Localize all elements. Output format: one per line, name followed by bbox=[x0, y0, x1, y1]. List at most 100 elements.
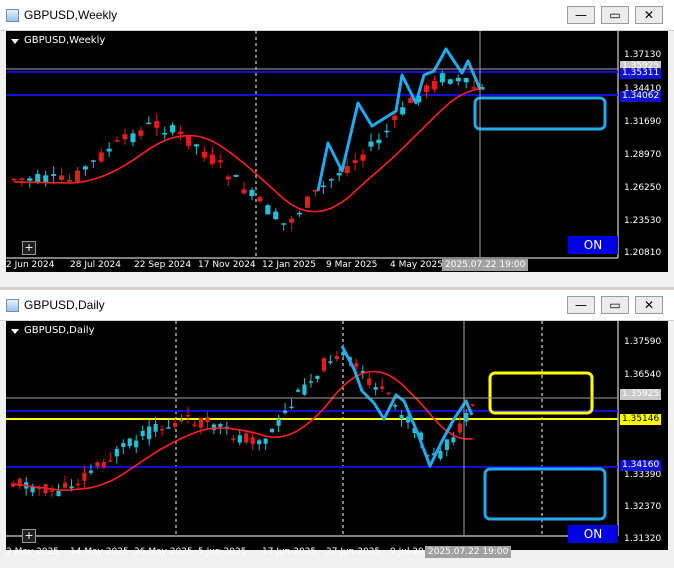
weekly-window-title: GBPUSD,Weekly bbox=[24, 8, 118, 22]
candle-body bbox=[56, 491, 61, 497]
candle-body bbox=[257, 197, 263, 202]
candle-body bbox=[82, 472, 87, 481]
candle-body bbox=[386, 392, 391, 395]
restore-button[interactable]: ▭ bbox=[601, 296, 629, 314]
candle-body bbox=[185, 136, 192, 146]
candle-body bbox=[455, 77, 461, 82]
weekly-chart-window: GBPUSD,Weekly — ▭ ✕ GBPUSD,Weekly + ON 1… bbox=[0, 0, 674, 287]
candle-body bbox=[265, 205, 271, 215]
candle-body bbox=[400, 107, 406, 115]
candle-body bbox=[289, 406, 294, 409]
weekly-blue-upper-tag: 1.35311 bbox=[620, 68, 662, 79]
candle-body bbox=[344, 165, 350, 174]
candle-body bbox=[463, 78, 469, 83]
candle-body bbox=[423, 85, 430, 93]
candle-body bbox=[373, 387, 378, 390]
candle-body bbox=[121, 443, 126, 447]
daily-price-label: 1.32370 bbox=[624, 502, 662, 512]
daily-on-button[interactable]: ON bbox=[568, 525, 618, 543]
candle-body bbox=[108, 460, 113, 462]
candle-body bbox=[249, 189, 255, 196]
daily-date-label: 26 May 2025 bbox=[134, 547, 193, 557]
daily-blue-lower-tag: 1.34160 bbox=[620, 460, 662, 471]
candle-body bbox=[431, 81, 437, 90]
daily-price-label: 1.31320 bbox=[624, 534, 662, 544]
candle-body bbox=[95, 462, 100, 467]
candle-body bbox=[153, 424, 158, 432]
candle-body bbox=[367, 378, 372, 386]
candle-body bbox=[225, 176, 231, 180]
candle-body bbox=[209, 154, 215, 164]
candle-body bbox=[457, 423, 462, 433]
candle-body bbox=[160, 429, 165, 431]
candle-body bbox=[66, 179, 73, 182]
candle-body bbox=[146, 122, 152, 125]
candle-body bbox=[90, 160, 96, 162]
candle-body bbox=[464, 413, 469, 422]
weekly-date-label: 12 Jan 2025 bbox=[262, 260, 316, 270]
candle-body bbox=[282, 410, 288, 414]
close-button[interactable]: ✕ bbox=[635, 296, 663, 314]
daily-price-label: 1.37590 bbox=[624, 337, 662, 347]
zigzag-drawing bbox=[316, 47, 482, 192]
candle-body bbox=[270, 428, 275, 433]
weekly-symbol-label: GBPUSD,Weekly bbox=[24, 35, 106, 46]
weekly-price-label: 1.20810 bbox=[624, 248, 662, 258]
candle-body bbox=[170, 125, 176, 133]
chart-menu-arrow-icon[interactable] bbox=[11, 329, 19, 334]
candle-body bbox=[127, 438, 132, 447]
candle-body bbox=[193, 144, 199, 147]
candle-body bbox=[393, 405, 398, 407]
candle-body bbox=[27, 178, 33, 181]
candle-body bbox=[147, 426, 152, 440]
weekly-chart-area[interactable]: GBPUSD,Weekly + ON bbox=[6, 31, 668, 272]
weekly-date-label: 9 Mar 2025 bbox=[326, 260, 378, 270]
daily-date-label: 14 May 2025 bbox=[70, 547, 129, 557]
weekly-date-label: 17 Nov 2024 bbox=[198, 260, 256, 270]
candle-body bbox=[11, 178, 17, 181]
candle-body bbox=[122, 134, 128, 140]
plus-icon[interactable]: + bbox=[22, 241, 36, 255]
target-zone-box bbox=[483, 467, 607, 521]
candle-body bbox=[471, 87, 477, 89]
plus-icon[interactable]: + bbox=[22, 529, 36, 543]
candle-body bbox=[106, 148, 112, 152]
daily-date-label: 2 May 2025 bbox=[6, 547, 59, 557]
daily-title-bar[interactable]: GBPUSD,Daily — ▭ ✕ bbox=[0, 290, 674, 321]
minimize-button[interactable]: — bbox=[567, 296, 595, 314]
close-button[interactable]: ✕ bbox=[635, 6, 663, 24]
candle-body bbox=[276, 419, 281, 426]
candle-body bbox=[140, 430, 145, 437]
candle-body bbox=[62, 482, 68, 488]
candle-body bbox=[257, 440, 262, 445]
weekly-price-label: 1.28970 bbox=[624, 150, 662, 160]
daily-window-title: GBPUSD,Daily bbox=[24, 298, 105, 312]
candle-body bbox=[308, 381, 314, 383]
candle-body bbox=[237, 435, 242, 443]
candle-body bbox=[273, 211, 279, 220]
candle-body bbox=[166, 427, 171, 429]
candle-body bbox=[179, 420, 184, 422]
candle-body bbox=[201, 151, 207, 158]
daily-symbol-label: GBPUSD,Daily bbox=[24, 325, 95, 336]
weekly-on-button[interactable]: ON bbox=[568, 236, 618, 254]
restore-button[interactable]: ▭ bbox=[601, 6, 629, 24]
candle-body bbox=[154, 120, 160, 128]
candle-body bbox=[328, 361, 333, 363]
chart-menu-arrow-icon[interactable] bbox=[11, 39, 19, 44]
candle-body bbox=[98, 152, 104, 162]
daily-chart-area[interactable]: GBPUSD,Daily + ON bbox=[6, 321, 668, 550]
candle-body bbox=[172, 422, 178, 427]
candle-body bbox=[384, 130, 390, 133]
candle-body bbox=[192, 424, 197, 426]
minimize-button[interactable]: — bbox=[567, 6, 595, 24]
weekly-price-label: 1.23530 bbox=[624, 216, 662, 226]
candle-body bbox=[35, 173, 41, 183]
candle-body bbox=[438, 450, 443, 459]
daily-date-label: 9 Jul 20 bbox=[390, 547, 424, 557]
daily-date-label: 27 Jun 2025 bbox=[326, 547, 381, 557]
weekly-title-bar[interactable]: GBPUSD,Weekly — ▭ ✕ bbox=[0, 0, 674, 31]
candle-body bbox=[360, 154, 366, 161]
candle-body bbox=[336, 173, 342, 176]
candle-body bbox=[250, 437, 255, 445]
